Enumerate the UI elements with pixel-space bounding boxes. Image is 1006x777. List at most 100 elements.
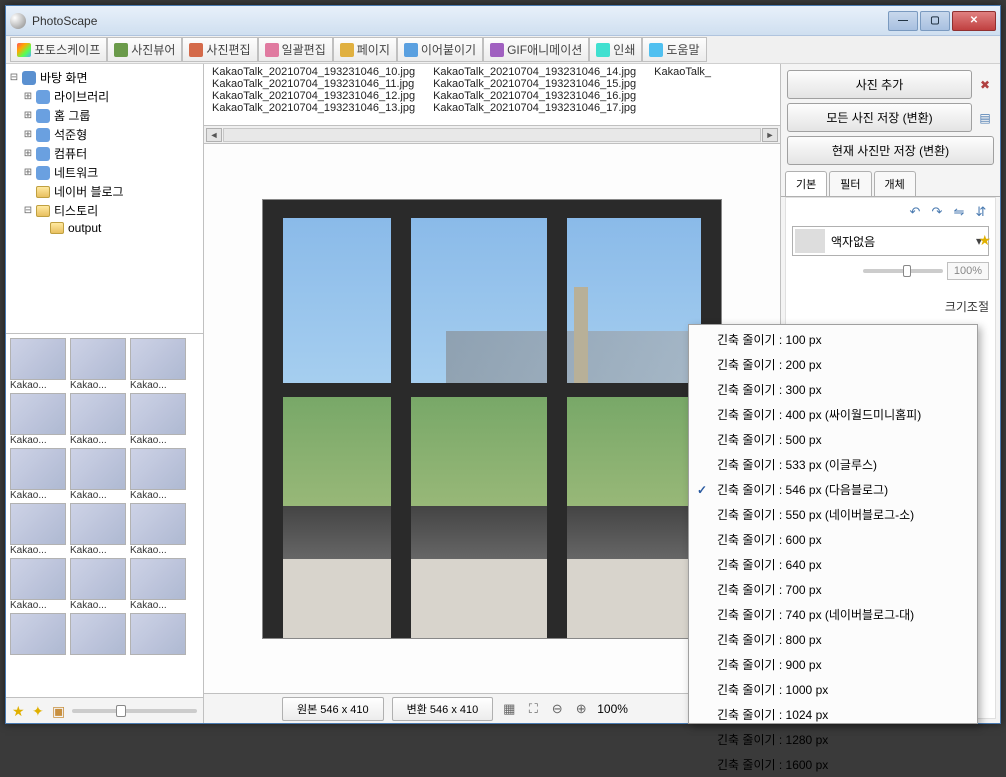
file-item[interactable]: KakaoTalk_20210704_193231046_12.jpg — [212, 90, 415, 102]
opacity-slider[interactable] — [863, 269, 943, 273]
expander-icon[interactable]: ⊞ — [22, 167, 34, 178]
close-button[interactable]: ✕ — [952, 11, 996, 31]
toolbar-tab[interactable]: GIF애니메이션 — [483, 37, 589, 62]
maximize-button[interactable]: ▢ — [920, 11, 950, 31]
toolbar-tab[interactable]: 포토스케이프 — [10, 37, 107, 62]
menu-item[interactable]: 긴축 줄이기 : 550 px (네이버블로그-소) — [691, 502, 975, 527]
file-item[interactable]: KakaoTalk_20210704_193231046_15.jpg — [433, 78, 636, 90]
file-item[interactable]: KakaoTalk_20210704_193231046_14.jpg — [433, 66, 636, 78]
add-photo-button[interactable]: 사진 추가 — [787, 70, 972, 99]
menu-item[interactable]: 긴축 줄이기 : 1024 px — [691, 702, 975, 727]
thumbnail[interactable] — [10, 613, 66, 655]
thumbnail[interactable]: Kakao... — [130, 448, 186, 501]
thumbnail[interactable]: Kakao... — [70, 503, 126, 556]
thumbnail[interactable] — [130, 613, 186, 655]
flip-h-icon[interactable]: ⇋ — [951, 204, 967, 220]
file-item[interactable]: KakaoTalk_ — [654, 66, 711, 78]
tree-node[interactable]: output — [8, 220, 201, 236]
menu-item[interactable]: 긴축 줄이기 : 1600 px — [691, 752, 975, 777]
file-item[interactable]: KakaoTalk_20210704_193231046_13.jpg — [212, 102, 415, 114]
toolbar-tab[interactable]: 도움말 — [642, 37, 706, 62]
menu-item[interactable]: 긴축 줄이기 : 1000 px — [691, 677, 975, 702]
panel-tab[interactable]: 기본 — [785, 171, 827, 196]
expander-icon[interactable]: ⊞ — [22, 148, 34, 159]
thumbnail[interactable]: Kakao... — [130, 393, 186, 446]
scroll-track[interactable] — [223, 128, 761, 142]
toolbar-tab[interactable]: 인쇄 — [589, 37, 642, 62]
tree-node[interactable]: 네이버 블로그 — [8, 182, 201, 201]
thumbnail[interactable]: Kakao... — [70, 338, 126, 391]
panel-tab[interactable]: 필터 — [829, 171, 871, 196]
file-item[interactable]: KakaoTalk_20210704_193231046_17.jpg — [433, 102, 636, 114]
list-icon[interactable]: ▤ — [976, 109, 994, 127]
folder-tree[interactable]: ⊟바탕 화면⊞라이브러리⊞홈 그룹⊞석준형⊞컴퓨터⊞네트워크네이버 블로그⊟티스… — [6, 64, 203, 334]
expander-icon[interactable]: ⊟ — [8, 72, 20, 83]
thumbnail[interactable]: Kakao... — [10, 448, 66, 501]
fit-icon[interactable]: ⛶ — [525, 701, 541, 717]
thumbnail[interactable]: Kakao... — [130, 503, 186, 556]
folder-icon[interactable]: ▣ — [52, 704, 66, 718]
thumbnail[interactable]: Kakao... — [10, 503, 66, 556]
file-item[interactable]: KakaoTalk_20210704_193231046_16.jpg — [433, 90, 636, 102]
toolbar-tab[interactable]: 일괄편집 — [258, 37, 333, 62]
thumbnail[interactable]: Kakao... — [70, 558, 126, 611]
menu-item[interactable]: 긴축 줄이기 : 500 px — [691, 427, 975, 452]
frame-select[interactable]: 액자없음 ▾ — [792, 226, 989, 256]
flip-v-icon[interactable]: ⇵ — [973, 204, 989, 220]
redo-icon[interactable]: ↷ — [929, 204, 945, 220]
file-list-scrollbar[interactable]: ◄ ► — [204, 126, 780, 144]
menu-item[interactable]: 긴축 줄이기 : 740 px (네이버블로그-대) — [691, 602, 975, 627]
menu-item[interactable]: 긴축 줄이기 : 100 px — [691, 327, 975, 352]
expander-icon[interactable]: ⊟ — [22, 205, 34, 216]
expander-icon[interactable]: ⊞ — [22, 129, 34, 140]
thumbnail[interactable] — [70, 613, 126, 655]
wand-icon[interactable]: ✦ — [32, 704, 46, 718]
thumbnail[interactable]: Kakao... — [10, 558, 66, 611]
toolbar-tab[interactable]: 페이지 — [333, 37, 397, 62]
menu-item[interactable]: 긴축 줄이기 : 200 px — [691, 352, 975, 377]
menu-item[interactable]: 긴축 줄이기 : 533 px (이글루스) — [691, 452, 975, 477]
grid-icon[interactable]: ▦ — [501, 701, 517, 717]
expander-icon[interactable]: ⊞ — [22, 110, 34, 121]
zoom-in-icon[interactable]: ⊕ — [573, 701, 589, 717]
resize-label[interactable]: 크기조절 — [792, 298, 989, 315]
tree-node[interactable]: ⊞홈 그룹 — [8, 106, 201, 125]
undo-icon[interactable]: ↶ — [907, 204, 923, 220]
file-item[interactable]: KakaoTalk_20210704_193231046_11.jpg — [212, 78, 415, 90]
minimize-button[interactable]: — — [888, 11, 918, 31]
expander-icon[interactable]: ⊞ — [22, 91, 34, 102]
favorite-icon[interactable]: ★ — [978, 232, 991, 249]
thumbnail[interactable]: Kakao... — [70, 393, 126, 446]
tree-node[interactable]: ⊞컴퓨터 — [8, 144, 201, 163]
scroll-right-icon[interactable]: ► — [762, 128, 778, 142]
menu-item[interactable]: 긴축 줄이기 : 800 px — [691, 627, 975, 652]
tree-node[interactable]: ⊞네트워크 — [8, 163, 201, 182]
toolbar-tab[interactable]: 사진편집 — [182, 37, 257, 62]
menu-item[interactable]: ✓긴축 줄이기 : 546 px (다음블로그) — [691, 477, 975, 502]
panel-tab[interactable]: 개체 — [874, 171, 916, 196]
thumbnail[interactable]: Kakao... — [10, 393, 66, 446]
thumbnail-grid[interactable]: Kakao...Kakao...Kakao...Kakao...Kakao...… — [6, 334, 203, 697]
thumb-size-slider[interactable] — [72, 709, 197, 713]
tree-root[interactable]: ⊟바탕 화면 — [8, 68, 201, 87]
tree-node[interactable]: ⊞라이브러리 — [8, 87, 201, 106]
thumbnail[interactable]: Kakao... — [130, 338, 186, 391]
menu-item[interactable]: 긴축 줄이기 : 1280 px — [691, 727, 975, 752]
resize-context-menu[interactable]: 긴축 줄이기 : 100 px긴축 줄이기 : 200 px긴축 줄이기 : 3… — [688, 324, 978, 724]
file-item[interactable]: KakaoTalk_20210704_193231046_10.jpg — [212, 66, 415, 78]
menu-item[interactable]: 긴축 줄이기 : 700 px — [691, 577, 975, 602]
save-current-button[interactable]: 현재 사진만 저장 (변환) — [787, 136, 994, 165]
thumbnail[interactable]: Kakao... — [70, 448, 126, 501]
menu-item[interactable]: 긴축 줄이기 : 400 px (싸이월드미니홈피) — [691, 402, 975, 427]
zoom-out-icon[interactable]: ⊖ — [549, 701, 565, 717]
scroll-left-icon[interactable]: ◄ — [206, 128, 222, 142]
tree-node[interactable]: ⊞석준형 — [8, 125, 201, 144]
menu-item[interactable]: 긴축 줄이기 : 640 px — [691, 552, 975, 577]
tree-node[interactable]: ⊟티스토리 — [8, 201, 201, 220]
toolbar-tab[interactable]: 사진뷰어 — [107, 37, 182, 62]
menu-item[interactable]: 긴축 줄이기 : 900 px — [691, 652, 975, 677]
thumbnail[interactable]: Kakao... — [10, 338, 66, 391]
menu-item[interactable]: 긴축 줄이기 : 600 px — [691, 527, 975, 552]
toolbar-tab[interactable]: 이어붙이기 — [397, 37, 483, 62]
menu-item[interactable]: 긴축 줄이기 : 300 px — [691, 377, 975, 402]
